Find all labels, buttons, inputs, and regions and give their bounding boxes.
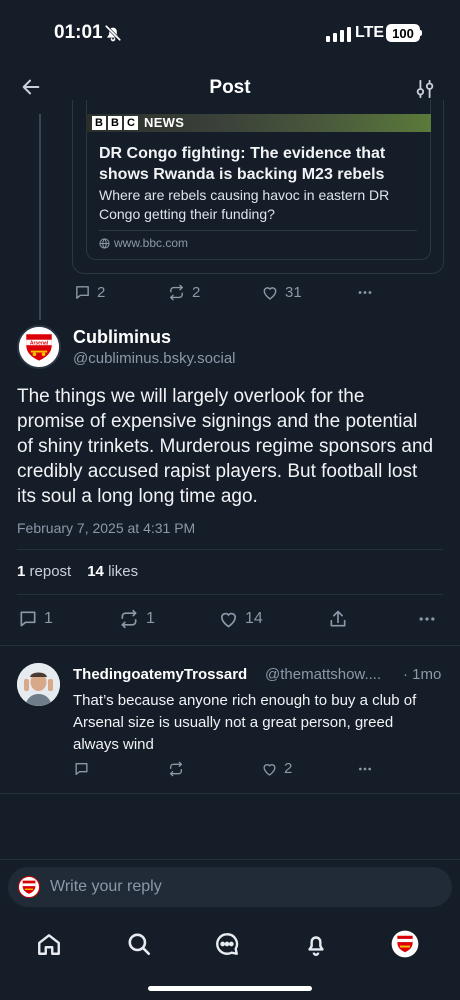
link-card-domain: www.bbc.com	[99, 236, 188, 250]
divider	[0, 645, 460, 646]
battery-icon: 100	[386, 24, 420, 42]
reply-author-name[interactable]: ThedingoatemyTrossard	[73, 666, 247, 683]
network-type: LTE	[355, 24, 385, 41]
like-button[interactable]: 14	[218, 609, 263, 629]
bbc-news-logo: B B C NEWS	[92, 115, 184, 130]
divider	[17, 549, 443, 550]
sliders-icon[interactable]	[414, 78, 436, 100]
reply-count: 1	[44, 610, 53, 627]
parent-reply-button[interactable]: 2	[74, 284, 105, 301]
repost-icon	[170, 284, 183, 301]
parent-like-count: 31	[285, 284, 302, 301]
reply-author-handle[interactable]: @themattshow....	[265, 666, 381, 683]
arsenal-crest-icon: Arsenal	[19, 327, 59, 367]
post-date: February 7, 2025 at 4:31 PM	[17, 520, 196, 536]
thread-line	[39, 114, 41, 320]
reply-comment-icon[interactable]	[73, 761, 90, 777]
search-icon	[128, 933, 151, 956]
nav-home[interactable]	[34, 929, 64, 959]
bottom-nav	[0, 915, 460, 975]
home-icon	[38, 934, 60, 955]
page-title: Post	[209, 77, 251, 98]
chat-icon	[216, 933, 239, 955]
comment-icon	[76, 286, 89, 299]
comment-icon	[20, 611, 36, 627]
divider	[0, 793, 460, 794]
nav-search[interactable]	[124, 929, 154, 959]
author-handle[interactable]: @cubliminus.bsky.social	[73, 350, 236, 367]
reply-text: That’s because anyone rich enough to buy…	[73, 692, 417, 753]
reply-author-avatar[interactable]	[17, 663, 60, 706]
like-count: 14	[245, 610, 263, 627]
link-card-title[interactable]: DR Congo fighting: The evidence that sho…	[99, 143, 419, 185]
reply-like-count: 2	[284, 760, 293, 777]
nav-profile[interactable]	[390, 929, 420, 959]
svg-text:Arsenal: Arsenal	[30, 340, 49, 346]
repost-button[interactable]: 1	[118, 609, 155, 629]
parent-repost-count: 2	[192, 284, 201, 301]
globe-icon	[99, 237, 110, 249]
parent-reply-count: 2	[97, 284, 106, 301]
share-icon[interactable]	[328, 609, 348, 629]
bell-icon	[308, 936, 324, 956]
heart-icon	[263, 287, 277, 300]
like-stat[interactable]: 14 likes	[87, 563, 138, 580]
repost-icon	[121, 609, 137, 629]
reply-composer[interactable]: Write your reply	[8, 867, 452, 907]
arsenal-crest-icon	[22, 880, 36, 894]
reply-repost-icon[interactable]	[167, 761, 185, 777]
nav-notifications[interactable]	[301, 929, 331, 959]
composer-avatar	[18, 876, 40, 898]
reply-timestamp: · 1mo	[403, 666, 442, 683]
nav-chat[interactable]	[212, 929, 242, 959]
reply-button[interactable]: 1	[18, 609, 53, 629]
battery-tip	[420, 30, 422, 36]
author-avatar[interactable]: Arsenal	[17, 325, 61, 369]
bell-off-icon	[104, 24, 122, 42]
more-options-icon[interactable]	[416, 609, 438, 629]
divider	[0, 859, 460, 860]
repost-count: 1	[146, 610, 155, 627]
heart-icon	[263, 763, 276, 776]
divider	[17, 594, 443, 595]
link-card-domain-text: www.bbc.com	[114, 236, 189, 250]
repost-stat[interactable]: 1 repost	[17, 563, 71, 580]
reply-input[interactable]: Write your reply	[50, 878, 162, 896]
author-name[interactable]: Cubliminus	[73, 327, 171, 348]
more-options-icon[interactable]	[355, 284, 375, 301]
link-card-divider	[99, 230, 417, 231]
person-photo-icon	[17, 663, 60, 706]
post-text: The things we will largely overlook for …	[17, 386, 434, 507]
heart-icon	[220, 612, 237, 628]
reply-more-options-icon[interactable]	[355, 761, 375, 777]
signal-icon	[326, 27, 351, 42]
profile-avatar-icon	[391, 930, 419, 958]
parent-like-button[interactable]: 31	[261, 284, 302, 301]
post-stats: 1 repost 14 likes	[17, 563, 138, 580]
home-indicator	[148, 986, 312, 991]
status-time: 01:01	[54, 22, 103, 43]
parent-repost-button[interactable]: 2	[167, 284, 200, 301]
link-card-description: Where are rebels causing havoc in easter…	[99, 187, 390, 222]
reply-like-button[interactable]: 2	[261, 760, 292, 777]
